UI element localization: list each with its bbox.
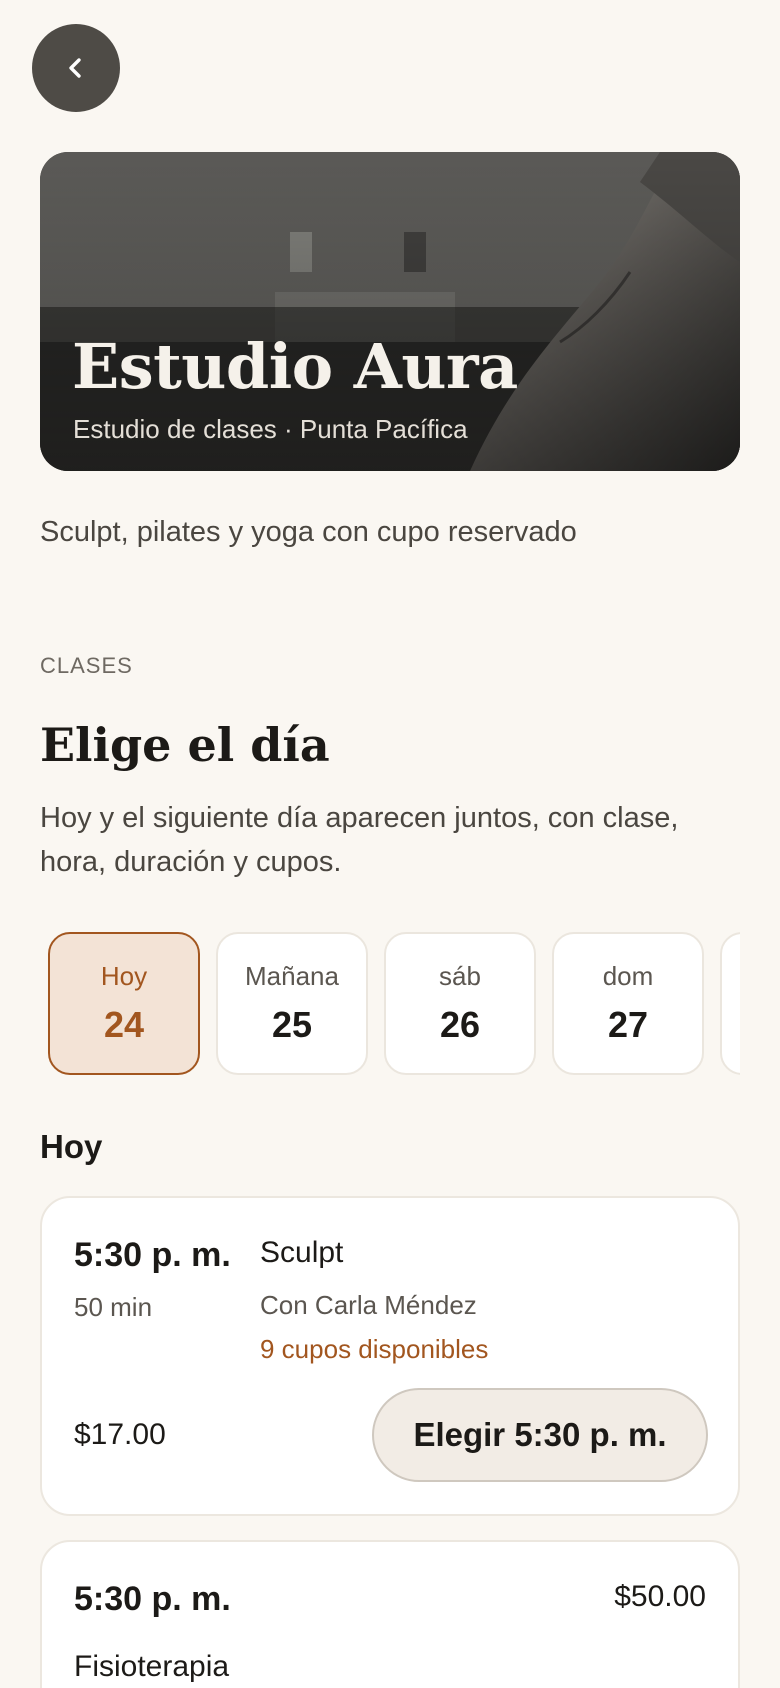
studio-tagline: Sculpt, pilates y yoga con cupo reservad… — [40, 516, 577, 548]
day-number: 24 — [103, 1004, 145, 1045]
class-instructor: Con Carla Méndez — [260, 1290, 477, 1320]
class-card: 5:30 p. m. $50.00 Fisioterapia — [40, 1540, 740, 1688]
day-number: 27 — [607, 1004, 649, 1045]
class-name: Fisioterapia — [74, 1650, 230, 1683]
day-number: 25 — [271, 1004, 313, 1045]
section-description: Hoy y el siguiente día aparecen juntos, … — [40, 802, 679, 878]
back-button[interactable] — [32, 24, 120, 112]
studio-title: Estudio Aura — [72, 330, 518, 403]
studio-subtitle: Estudio de clases · Punta Pacífica — [73, 414, 468, 444]
class-spots: 9 cupos disponibles — [260, 1334, 489, 1364]
section-label: CLASES — [40, 653, 133, 678]
choose-class-button[interactable]: Elegir 5:30 p. m. — [372, 1388, 708, 1482]
class-time: 5:30 p. m. — [74, 1580, 231, 1618]
day-number: 26 — [439, 1004, 481, 1045]
day-name: Mañana — [245, 961, 339, 991]
class-time: 5:30 p. m. — [74, 1236, 231, 1274]
class-name: Sculpt — [260, 1236, 344, 1269]
selected-day-heading: Hoy — [40, 1128, 103, 1165]
class-price: $50.00 — [614, 1580, 706, 1613]
class-card: 5:30 p. m. 50 min Sculpt Con Carla Ménde… — [40, 1196, 740, 1516]
day-option-hoy[interactable]: Hoy 24 — [48, 932, 200, 1075]
chevron-left-icon — [69, 58, 81, 78]
day-option-sab[interactable]: sáb 26 — [384, 932, 536, 1075]
section-title: Elige el día — [40, 718, 330, 772]
day-option-partial[interactable] — [720, 932, 740, 1075]
day-selector: Hoy 24 Mañana 25 sáb 26 dom 27 — [48, 932, 740, 1076]
class-duration: 50 min — [74, 1292, 153, 1322]
day-name: sáb — [439, 961, 481, 991]
class-price: $17.00 — [74, 1418, 166, 1451]
day-option-dom[interactable]: dom 27 — [552, 932, 704, 1075]
day-option-manana[interactable]: Mañana 25 — [216, 932, 368, 1075]
day-name: Hoy — [100, 961, 148, 991]
hero-banner: Estudio Aura Estudio de clases · Punta P… — [40, 152, 740, 471]
day-name: dom — [602, 961, 654, 991]
studio-page: Estudio Aura Estudio de clases · Punta P… — [0, 0, 780, 1688]
